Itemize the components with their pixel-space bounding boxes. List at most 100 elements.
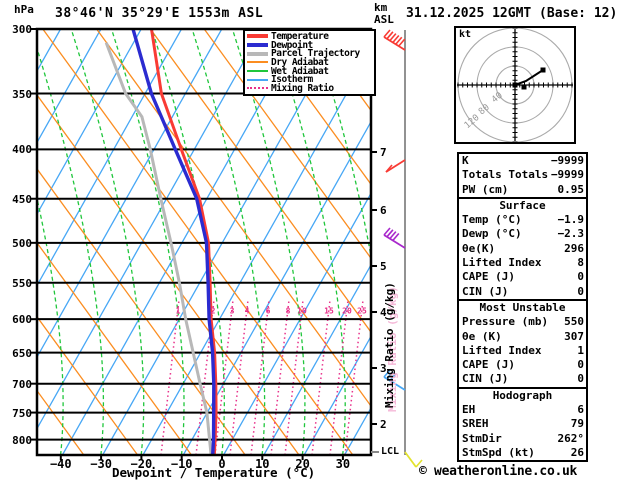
legend-swatch — [247, 61, 268, 64]
pressure-tick-label: 350 — [12, 87, 32, 101]
legend-swatch — [247, 70, 268, 73]
mixing-ratio-label: 10 — [297, 306, 307, 316]
legend: Temperature Dewpoint Parcel Trajectory Dry … — [243, 29, 376, 96]
table-row-label: SREH — [462, 417, 489, 431]
table-row-label: Dewp (°C) — [462, 227, 522, 241]
km-tick-label: 2 — [380, 418, 387, 431]
table-row-value: −1.9 — [557, 213, 585, 227]
table-row-label: Pressure (mb) — [462, 315, 549, 329]
pressure-tick-label: 300 — [12, 23, 32, 36]
asl-unit: ASL — [374, 13, 394, 26]
parcel-trajectory-curve — [104, 42, 213, 455]
table-section-header: Hodograph — [492, 388, 553, 402]
pressure-tick-label: 550 — [12, 276, 32, 290]
table-row-value: 0.95 — [557, 182, 585, 196]
mixing-ratio-label: 25 — [357, 306, 367, 316]
table-row-label: StmSpd (kt) — [462, 445, 535, 459]
table-section-header: Surface — [499, 198, 546, 212]
table-row: Dewp (°C) −2.3 — [459, 227, 586, 241]
table-row-value: 550 — [564, 315, 584, 329]
table-section: Most Unstable Pressure (mb) 550 θe (K) 307 Li… — [459, 298, 586, 387]
copyright: © weatheronline.co.uk — [419, 464, 578, 479]
table-row-value: 262° — [557, 431, 585, 445]
pressure-tick-label: 650 — [12, 346, 32, 360]
table-row: Totals Totals −9999 — [459, 168, 586, 182]
legend-swatch — [247, 78, 268, 81]
mixing-ratio-label: 1 — [175, 306, 181, 316]
mixing-ratio-label: 15 — [324, 306, 334, 316]
table-row-value: 296 — [564, 241, 584, 255]
table-row: CIN (J) 0 — [459, 285, 586, 299]
mixing-ratio-label: 6 — [265, 306, 271, 316]
table-row-value: −9999 — [550, 168, 584, 182]
table-row-value: 0 — [577, 372, 584, 386]
table-row-label: CIN (J) — [462, 284, 509, 298]
mixing-ratio-lines — [160, 299, 364, 455]
table-row-value: 1 — [577, 343, 584, 357]
table-row: θe(K) 296 — [459, 242, 586, 256]
table-row-label: EH — [462, 403, 476, 417]
table-row-label: K — [462, 154, 469, 167]
mixing-ratio-label: 20 — [342, 306, 352, 316]
table-row-label: CAPE (J) — [462, 358, 515, 372]
table-row: CAPE (J) 0 — [459, 270, 586, 284]
lcl-marker-label: LCL — [381, 446, 400, 457]
table-row-value: 307 — [564, 329, 584, 343]
table-row-label: θe (K) — [462, 329, 502, 343]
pressure-tick-label: 500 — [12, 236, 32, 250]
table-row: Pressure (mb) 550 — [459, 315, 586, 329]
table-row-label: PW (cm) — [462, 182, 509, 196]
table-section: Surface Temp (°C) −1.9 Dewp (°C) −2.3 θe(K) 29… — [459, 196, 586, 299]
table-row-value: 0 — [577, 270, 584, 284]
pressure-tick-label: 400 — [12, 143, 32, 157]
skewt-sounding-page: hPa 38°46'N 35°29'E 1553m ASL km ASL 31.… — [0, 0, 629, 486]
table-row-label: Lifted Index — [462, 343, 542, 357]
temp-tick-label: −40 — [49, 457, 72, 471]
legend-label: Mixing Ratio — [271, 82, 334, 94]
table-row: Lifted Index 8 — [459, 256, 586, 270]
pressure-tick-label: 800 — [12, 433, 32, 447]
table-row: CAPE (J) 0 — [459, 358, 586, 372]
pressure-axis-unit: hPa — [14, 3, 34, 16]
table-row-label: StmDir — [462, 431, 502, 445]
mixing-ratio-label: 4 — [244, 306, 250, 316]
table-row-value: −2.3 — [557, 227, 585, 241]
legend-swatch — [247, 43, 268, 48]
mixing-ratio-label: 8 — [285, 306, 291, 316]
table-row: EH 6 — [459, 403, 586, 417]
pressure-tick-label: 600 — [12, 313, 32, 327]
table-row: Temp (°C) −1.9 — [459, 213, 586, 227]
height-axis-unit: km ASL — [374, 2, 394, 26]
page-title: 38°46'N 35°29'E 1553m ASL — [55, 6, 264, 21]
table-section-header: Most Unstable — [479, 300, 566, 314]
legend-swatch — [247, 87, 268, 90]
x-axis-title: Dewpoint / Temperature (°C) — [112, 465, 316, 480]
table-row-value: −9999 — [550, 154, 584, 167]
table-row-label: Lifted Index — [462, 256, 542, 270]
table-row-label: Temp (°C) — [462, 213, 522, 227]
table-row-label: θe(K) — [462, 241, 496, 255]
table-row-value: 79 — [570, 417, 584, 431]
temp-tick-label: 30 — [335, 457, 351, 471]
table-section: Hodograph EH 6 SREH 79 StmDir 262° StmSpd (kt) 2… — [459, 386, 586, 460]
mixing-ratio-axis-label: Mixing Ratio (g/kg) — [383, 282, 396, 408]
table-row-value: 0 — [577, 358, 584, 372]
table-row: CIN (J) 0 — [459, 372, 586, 386]
table-row-value: 8 — [577, 256, 584, 270]
table-row: K −9999 — [459, 154, 586, 168]
sounding-indices-table: K −9999 Totals Totals −9999 PW (cm) 0.95 Surfa… — [457, 152, 588, 463]
mixing-ratio-label: 2 — [210, 306, 216, 316]
table-row: PW (cm) 0.95 — [459, 183, 586, 197]
table-section: K −9999 Totals Totals −9999 PW (cm) 0.95 — [459, 154, 586, 197]
legend-item: Mixing Ratio — [247, 82, 374, 94]
table-row-value: 6 — [577, 403, 584, 417]
table-row-label: Totals Totals — [462, 168, 549, 182]
pressure-tick-label: 450 — [12, 192, 32, 206]
mixing-ratio-label: 3 — [229, 306, 235, 316]
table-row-label: CIN (J) — [462, 372, 509, 386]
valid-time-title: 31.12.2025 12GMT (Base: 12) — [406, 6, 618, 21]
pressure-tick-label: 700 — [12, 377, 32, 391]
table-row: StmSpd (kt) 26 — [459, 446, 586, 460]
hodograph-unit-label: kt — [459, 29, 472, 40]
table-row-value: 26 — [570, 445, 584, 459]
